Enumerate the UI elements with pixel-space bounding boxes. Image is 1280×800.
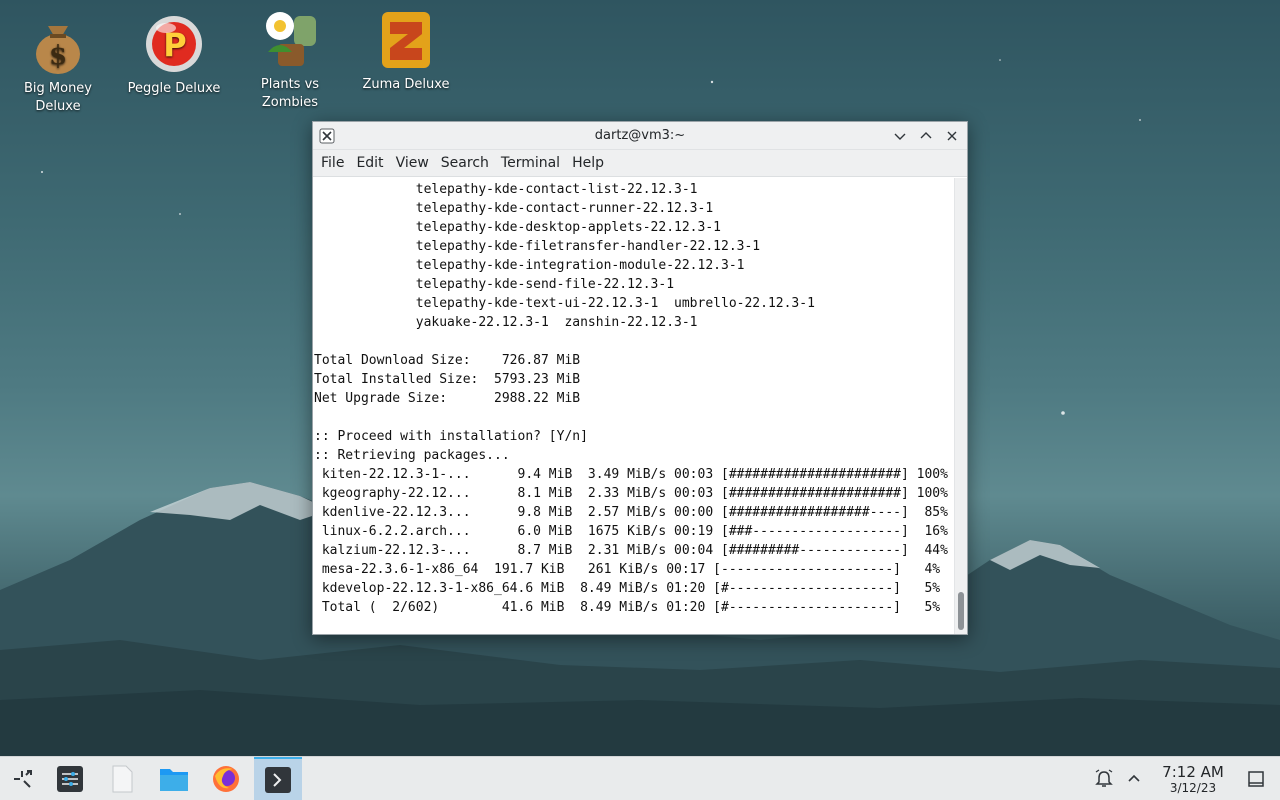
menu-view[interactable]: View (390, 150, 435, 177)
alarm-bell-icon (1095, 769, 1113, 787)
terminal-line: mesa-22.3.6-1-x86_64 191.7 KiB 261 KiB/s… (314, 562, 941, 577)
money-bag-icon: $ (28, 12, 88, 76)
zuma-stone-icon (376, 8, 436, 72)
flower-zombie-icon (260, 8, 320, 72)
app-launcher-button[interactable] (0, 757, 44, 800)
firefox-icon (213, 766, 239, 792)
window-title: dartz@vm3:~ (594, 128, 686, 143)
blank-file-icon (112, 765, 133, 793)
terminal-icon (265, 767, 291, 793)
taskbar-konsole[interactable] (254, 757, 302, 800)
window-titlebar[interactable]: dartz@vm3:~ (313, 122, 967, 150)
folder-icon (160, 769, 188, 791)
menu-search[interactable]: Search (435, 150, 495, 177)
terminal-line: kalzium-22.12.3-... 8.7 MiB 2.31 MiB/s 0… (314, 543, 948, 558)
terminal-window[interactable]: dartz@vm3:~ File Edit View Search Termin… (312, 121, 968, 635)
desktop-icon-label: Plants vs Zombies (260, 77, 320, 110)
digital-clock[interactable]: 7:12 AM 3/12/23 (1152, 763, 1234, 796)
terminal-text: telepathy-kde-contact-list-22.12.3-1 tel… (313, 178, 955, 617)
menu-edit[interactable]: Edit (350, 150, 389, 177)
taskbar-file-placeholder[interactable] (100, 757, 144, 800)
desktop-icon-label: Zuma Deluxe (362, 77, 450, 92)
taskbar: 7:12 AM 3/12/23 (0, 756, 1280, 800)
menu-bar: File Edit View Search Terminal Help (313, 150, 967, 177)
taskbar-dolphin[interactable] (152, 757, 196, 800)
chevron-up-icon (1128, 774, 1140, 782)
terminal-line: kdenlive-22.12.3... 9.8 MiB 2.57 MiB/s 0… (314, 505, 948, 520)
close-icon (947, 131, 957, 141)
terminal-line: telepathy-kde-contact-runner-22.12.3-1 (314, 201, 714, 216)
chevron-up-icon (920, 132, 932, 139)
terminal-line: telepathy-kde-desktop-applets-22.12.3-1 (314, 220, 721, 235)
konsole-app-icon (319, 128, 335, 144)
terminal-scrollbar[interactable] (954, 178, 967, 634)
menu-terminal[interactable]: Terminal (495, 150, 566, 177)
terminal-line: telepathy-kde-send-file-22.12.3-1 (314, 277, 675, 292)
taskbar-system-settings[interactable] (48, 757, 92, 800)
desktop-icon-label: Big Money Deluxe (23, 81, 92, 114)
terminal-line: telepathy-kde-filetransfer-handler-22.12… (314, 239, 761, 254)
desktop-icon-peggle[interactable]: P Peggle Deluxe (124, 12, 224, 98)
terminal-line: :: Proceed with installation? [Y/n] (314, 429, 588, 444)
terminal-line: telepathy-kde-text-ui-22.12.3-1 umbrello… (314, 296, 815, 311)
terminal-line: telepathy-kde-integration-module-22.12.3… (314, 258, 745, 273)
chevron-down-icon (894, 133, 906, 140)
clock-date: 3/12/23 (1169, 781, 1217, 795)
scrollbar-thumb[interactable] (958, 592, 964, 630)
menu-help[interactable]: Help (566, 150, 610, 177)
terminal-line: :: Retrieving packages... (314, 448, 510, 463)
desktop-icon-pvz[interactable]: Plants vs Zombies (240, 8, 340, 112)
terminal-line: kdevelop-22.12.3-1-x86_64.6 MiB 8.49 MiB… (314, 581, 941, 596)
launcher-icon (14, 770, 32, 788)
maximize-button[interactable] (917, 126, 935, 146)
show-desktop-icon (1248, 771, 1264, 787)
terminal-line: Total Installed Size: 5793.23 MiB (314, 372, 581, 387)
show-desktop-button[interactable] (1236, 757, 1276, 800)
notifications-button[interactable] (1084, 757, 1124, 800)
system-tray-expand[interactable] (1120, 757, 1148, 800)
svg-text:$: $ (49, 41, 67, 71)
terminal-line: yakuake-22.12.3-1 zanshin-22.12.3-1 (314, 315, 698, 330)
settings-sliders-icon (57, 766, 83, 792)
peggle-ball-icon: P (144, 12, 204, 76)
minimize-button[interactable] (891, 126, 909, 146)
terminal-line: linux-6.2.2.arch... 6.0 MiB 1675 KiB/s 0… (314, 524, 948, 539)
desktop-icon-label: Peggle Deluxe (127, 81, 221, 96)
close-button[interactable] (943, 126, 961, 146)
terminal-output[interactable]: telepathy-kde-contact-list-22.12.3-1 tel… (313, 178, 955, 634)
clock-time: 7:12 AM (1162, 763, 1224, 781)
terminal-line: Total Download Size: 726.87 MiB (314, 353, 581, 368)
terminal-line: telepathy-kde-contact-list-22.12.3-1 (314, 182, 698, 197)
terminal-line: Total ( 2/602) 41.6 MiB 8.49 MiB/s 01:20… (314, 600, 941, 615)
desktop-icon-big-money[interactable]: $ Big Money Deluxe (8, 12, 108, 116)
terminal-line: kiten-22.12.3-1-... 9.4 MiB 3.49 MiB/s 0… (314, 467, 948, 482)
desktop-icon-zuma[interactable]: Zuma Deluxe (356, 8, 456, 94)
terminal-line: Net Upgrade Size: 2988.22 MiB (314, 391, 581, 406)
taskbar-firefox[interactable] (204, 757, 248, 800)
menu-file[interactable]: File (315, 150, 350, 177)
terminal-line: kgeography-22.12... 8.1 MiB 2.33 MiB/s 0… (314, 486, 948, 501)
